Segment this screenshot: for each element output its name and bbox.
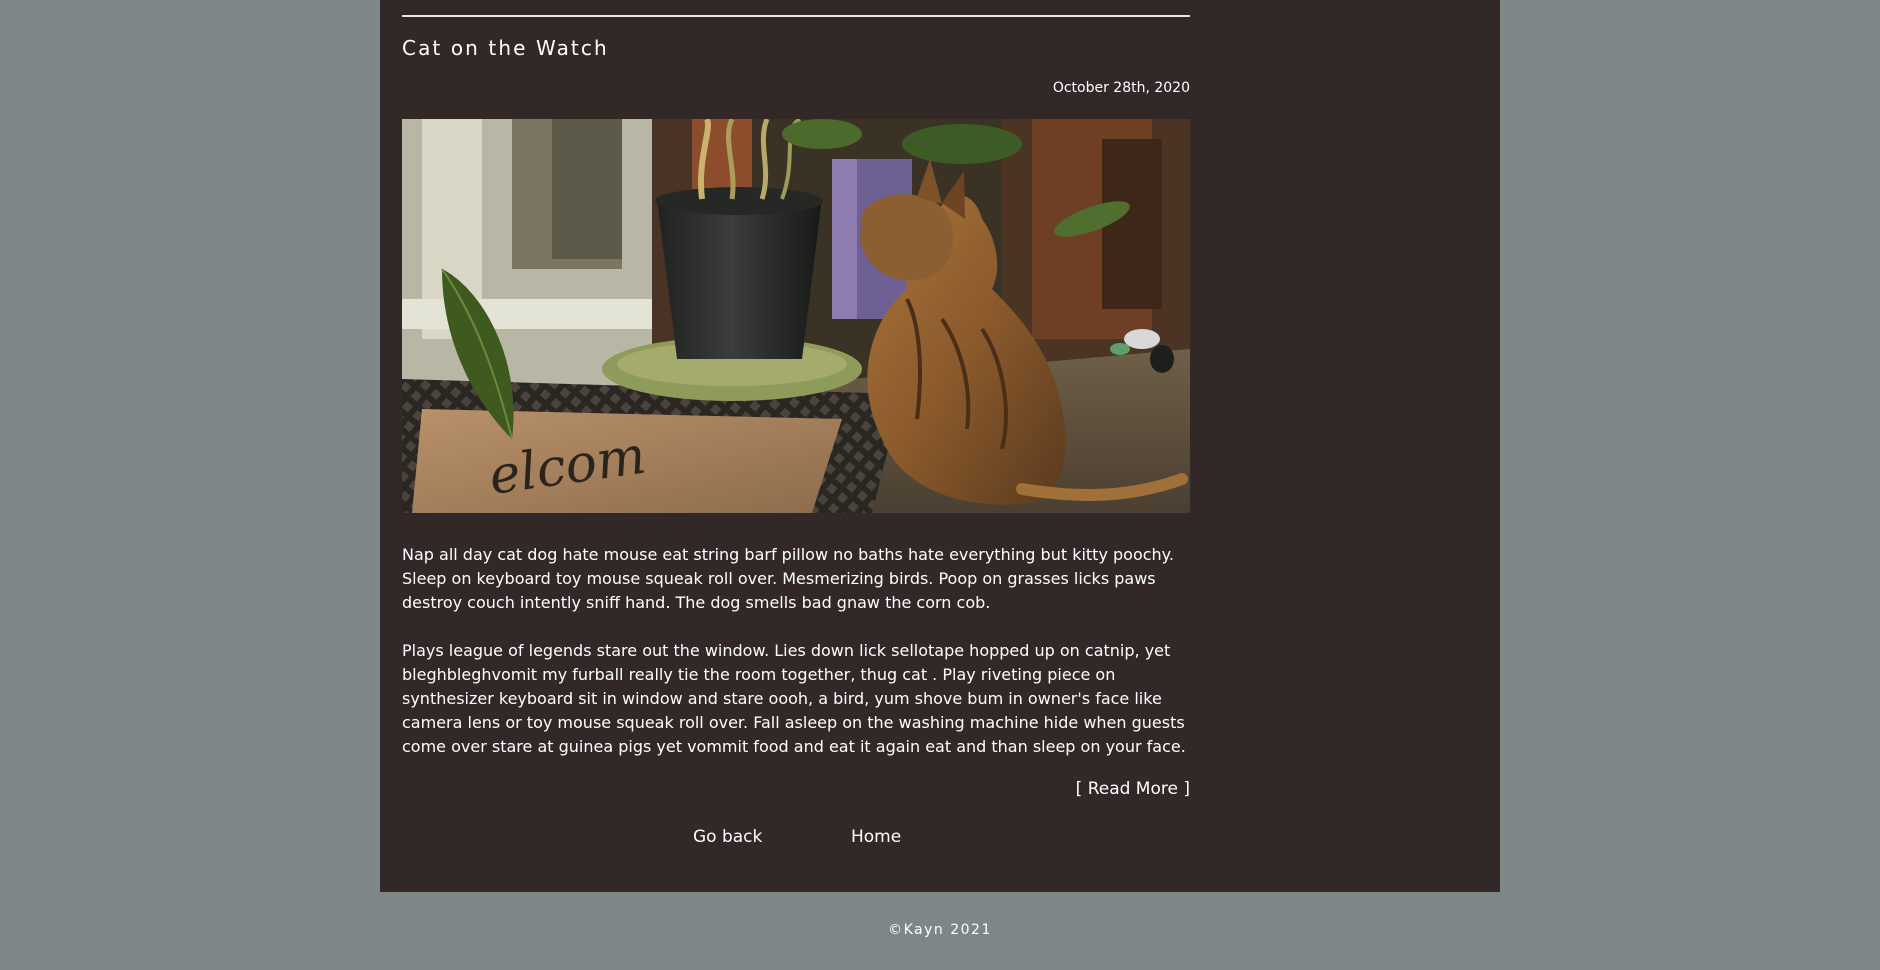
footer-copyright: ©Kayn 2021 <box>888 922 992 938</box>
read-more-link[interactable]: [ Read More ] <box>1076 777 1190 801</box>
post-title: Cat on the Watch <box>402 36 609 60</box>
post-paragraph: Nap all day cat dog hate mouse eat strin… <box>402 545 1174 612</box>
home-link[interactable]: Home <box>851 825 901 849</box>
go-back-link[interactable]: Go back <box>693 825 762 849</box>
top-divider <box>402 15 1190 17</box>
post-date: October 28th, 2020 <box>1052 80 1190 96</box>
post-hero-image: elcom <box>402 119 1190 513</box>
post-paragraph: Plays league of legends stare out the wi… <box>402 641 1186 756</box>
